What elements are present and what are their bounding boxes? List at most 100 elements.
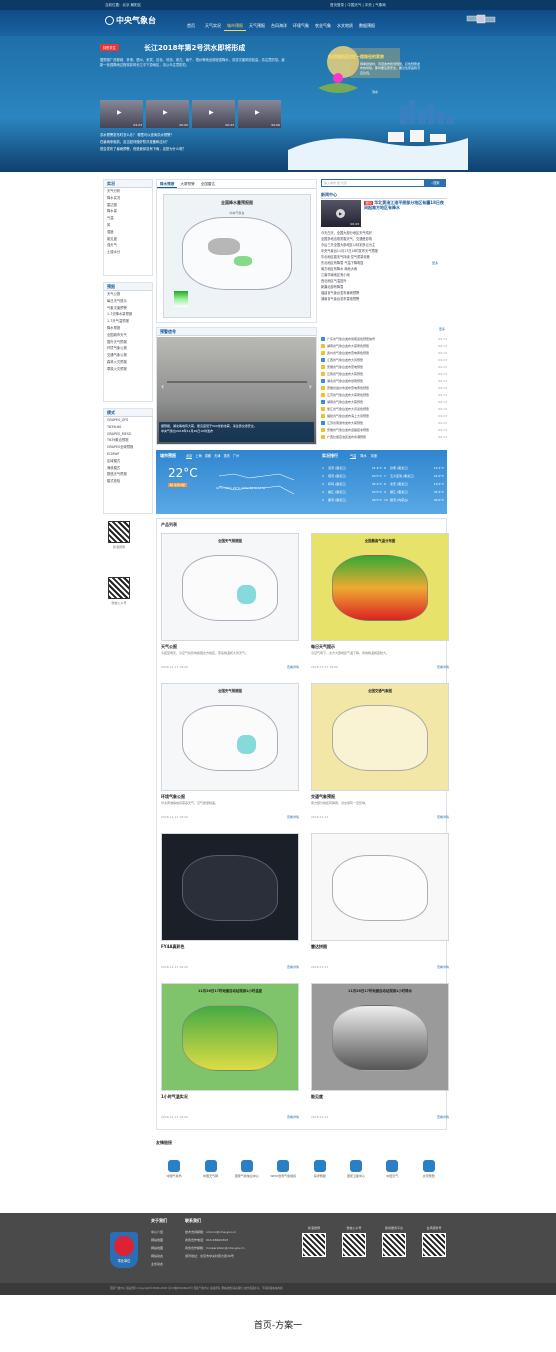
qr-weibo[interactable]: 新浪微博 xyxy=(108,521,130,549)
sidebar-item[interactable]: ECMWF xyxy=(104,451,152,458)
footer-link[interactable]: 业务动态 xyxy=(151,1260,181,1268)
signal-item[interactable]: 湖北省气象台发布暴雨预警 09-13 xyxy=(321,377,447,384)
hero-question-link[interactable]: 是否发布了暴雨预警，但是我却没有下雨，这是为什么呢？ xyxy=(100,146,285,153)
precip-map[interactable]: 全国降水量预报图 中央气象台 xyxy=(163,194,311,318)
signal-item[interactable]: 湖南省气象台发布大雾预警 09-13 xyxy=(321,398,447,405)
sidebar-item[interactable]: 雷达图 xyxy=(104,202,152,209)
product-map[interactable]: 11月26日17时地面自动站观测1小时降水 xyxy=(311,983,449,1091)
sidebar-item[interactable]: 强天气 xyxy=(104,242,152,249)
product-more-link[interactable]: 查看详情 xyxy=(437,1115,449,1119)
signal-item[interactable]: 安徽省气象台发布雷电预警 09-13 xyxy=(321,363,447,370)
product-more-link[interactable]: 查看详情 xyxy=(437,665,449,669)
signal-item[interactable]: 安徽省气象台发布道路结冰预警 09-13 xyxy=(321,426,447,433)
search-button[interactable]: ⌕搜索 xyxy=(425,179,446,187)
friend-link[interactable]: 中国天气网 xyxy=(195,1160,227,1178)
product-more-link[interactable]: 查看详情 xyxy=(287,815,299,819)
sidebar-item[interactable]: 数值天气预报 xyxy=(104,471,152,478)
city-tab[interactable]: 北京 xyxy=(186,453,193,459)
friend-link[interactable]: 灾害预警 xyxy=(413,1160,445,1178)
city-tab[interactable]: 成都 xyxy=(205,453,211,459)
product-card[interactable]: 雷达拼图 2018-11-17 查看详情 xyxy=(311,833,449,978)
sidebar-item[interactable]: 全国城市天气 xyxy=(104,332,152,339)
signal-item[interactable]: 贵州省气象台发布雷电黄色预警 09-13 xyxy=(321,349,447,356)
news-more-link[interactable]: 更多 xyxy=(432,261,438,265)
nav-item[interactable]: 城市预报 xyxy=(224,22,246,31)
sidebar-item[interactable]: GRAPES_MESO xyxy=(104,431,152,438)
product-card[interactable]: 全国天气预报图 天气公报 今夜至明天，冷空气将影响我国北方地区，带来降温和大风天气。… xyxy=(161,533,299,678)
signal-item[interactable]: 江苏省气象台发布大雾黄色预警 09-13 xyxy=(321,391,447,398)
signal-item[interactable]: 广西壮族自治区发布寒潮预警 09-13 xyxy=(321,433,447,440)
product-name[interactable]: 天气公报 xyxy=(161,644,177,650)
product-card[interactable]: FY4A真彩色 2018-11-17 18:00 查看详情 xyxy=(161,833,299,978)
city-tab[interactable]: 天津 xyxy=(214,453,220,459)
city-tab[interactable]: 上海 xyxy=(195,453,201,459)
product-map[interactable]: 全国天气预报图 xyxy=(161,533,299,641)
forecast-tab[interactable]: 全国雷达 xyxy=(198,180,218,188)
news-video[interactable]: ▶ 00:43 xyxy=(321,200,361,227)
video-thumb[interactable]: ▶ 00:06 xyxy=(238,100,281,128)
hero-question-link[interactable]: 在暴雨来临前，应当如何做好防汛准备和应对？ xyxy=(100,139,285,146)
nav-item[interactable]: 台风海洋 xyxy=(268,22,290,31)
product-more-link[interactable]: 查看详情 xyxy=(287,1115,299,1119)
product-name[interactable]: 每日天气提示 xyxy=(311,644,335,650)
sidebar-item[interactable]: 土壤水分 xyxy=(104,249,152,256)
product-map[interactable]: 全国最高气温分布图 xyxy=(311,533,449,641)
sidebar-item[interactable]: T639集合预报 xyxy=(104,437,152,444)
signal-item[interactable]: 江苏省南通市发布大雾预警 09-13 xyxy=(321,419,447,426)
signal-item[interactable]: 湖南省气象台发布大雾黄色预警 09-13 xyxy=(321,342,447,349)
product-map[interactable]: 全国天气预报图 xyxy=(161,683,299,791)
product-card[interactable]: 全国最高气温分布图 每日天气提示 冷空气南下，北方大部地区气温下降，局地降温幅度较大… xyxy=(311,533,449,678)
rank-tab[interactable]: 降水 xyxy=(360,453,366,459)
site-logo[interactable]: 中央气象台 xyxy=(105,15,156,27)
sidebar-item[interactable]: 气温 xyxy=(104,215,152,222)
friend-link[interactable]: 国家卫星中心 xyxy=(340,1160,372,1178)
footer-qr[interactable]: 移动服务平台 xyxy=(380,1226,408,1257)
footer-qr[interactable]: 新浪微博 xyxy=(300,1226,328,1257)
product-map[interactable] xyxy=(161,833,299,941)
sidebar-item[interactable]: 天气分析 xyxy=(104,188,152,195)
sidebar-item[interactable]: 1-7天气温预报 xyxy=(104,318,152,325)
sidebar-item[interactable]: 能见度 xyxy=(104,236,152,243)
sidebar-item[interactable]: GRAPES全球预报 xyxy=(104,444,152,451)
sidebar-item[interactable]: 降水预报 xyxy=(104,325,152,332)
city-tab[interactable]: 重庆 xyxy=(224,453,230,459)
sidebar-item[interactable]: 国外天气预报 xyxy=(104,339,152,346)
product-name[interactable]: 环境气象公报 xyxy=(161,794,185,800)
city-tab[interactable]: 广州 xyxy=(233,453,239,459)
prev-arrow-icon[interactable]: ‹ xyxy=(161,382,164,391)
friend-link[interactable]: WMO世界气象组织 xyxy=(267,1160,299,1178)
product-card[interactable]: 11月26日17时地面自动站观测1小时温度 1小时气温实况 2018-11-17 1… xyxy=(161,983,299,1128)
product-card[interactable]: 11月26日17时地面自动站观测1小时降水 能见度 2018-11-17 查看详情 xyxy=(311,983,449,1128)
rank-tab[interactable]: 气温 xyxy=(350,453,357,459)
sidebar-item[interactable]: 交通气象公报 xyxy=(104,352,152,359)
footer-link[interactable]: 中心介绍 xyxy=(151,1228,181,1236)
nav-item[interactable]: 天气预报 xyxy=(246,22,268,31)
sidebar-item[interactable]: 草原火灾预报 xyxy=(104,366,152,373)
nav-item[interactable]: 环境气象 xyxy=(290,22,312,31)
signal-more-link[interactable]: 更多 xyxy=(439,327,445,331)
hero-question-link[interactable]: 洪水预警发布时怎么办？ 哪里可以查询洪水预警？ xyxy=(100,132,285,139)
product-card[interactable]: 全国天气预报图 环境气象公报 华北黄淮等地有雾霾天气，空气质量较差。 2018-11-… xyxy=(161,683,299,828)
friend-link[interactable]: 海洋预报 xyxy=(304,1160,336,1178)
video-thumb[interactable]: ▶ 00:00 xyxy=(146,100,189,128)
sidebar-item[interactable]: 气象灾害预警 xyxy=(104,305,152,312)
product-name[interactable]: 1小时气温实况 xyxy=(161,1094,188,1100)
footer-link[interactable]: 网站动态 xyxy=(151,1252,181,1260)
forecast-tab[interactable]: 大雾预警 xyxy=(177,180,197,188)
qr-wechat[interactable]: 微信公众号 xyxy=(108,577,130,605)
sidebar-item[interactable]: 风 xyxy=(104,222,152,229)
product-name[interactable]: 交通气象预报 xyxy=(311,794,335,800)
footer-link[interactable]: 网站地图 xyxy=(151,1244,181,1252)
signal-item[interactable]: 广东省气象台发布暴雨蓝色预警信号 09-13 xyxy=(321,335,447,342)
sidebar-item[interactable]: 1-7天降水量预报 xyxy=(104,311,152,318)
sidebar-item[interactable]: 环境气象公报 xyxy=(104,345,152,352)
sidebar-item[interactable]: 湿度 xyxy=(104,229,152,236)
product-more-link[interactable]: 查看详情 xyxy=(437,965,449,969)
signal-item[interactable]: 江西省气象台发布大风预警 09-13 xyxy=(321,356,447,363)
nav-item[interactable]: 天气实况 xyxy=(202,22,224,31)
product-more-link[interactable]: 查看详情 xyxy=(287,965,299,969)
forecast-tab[interactable]: 降水预报 xyxy=(157,180,178,188)
product-more-link[interactable]: 查看详情 xyxy=(437,815,449,819)
sidebar-item[interactable]: 每日天气提示 xyxy=(104,298,152,305)
product-more-link[interactable]: 查看详情 xyxy=(287,665,299,669)
